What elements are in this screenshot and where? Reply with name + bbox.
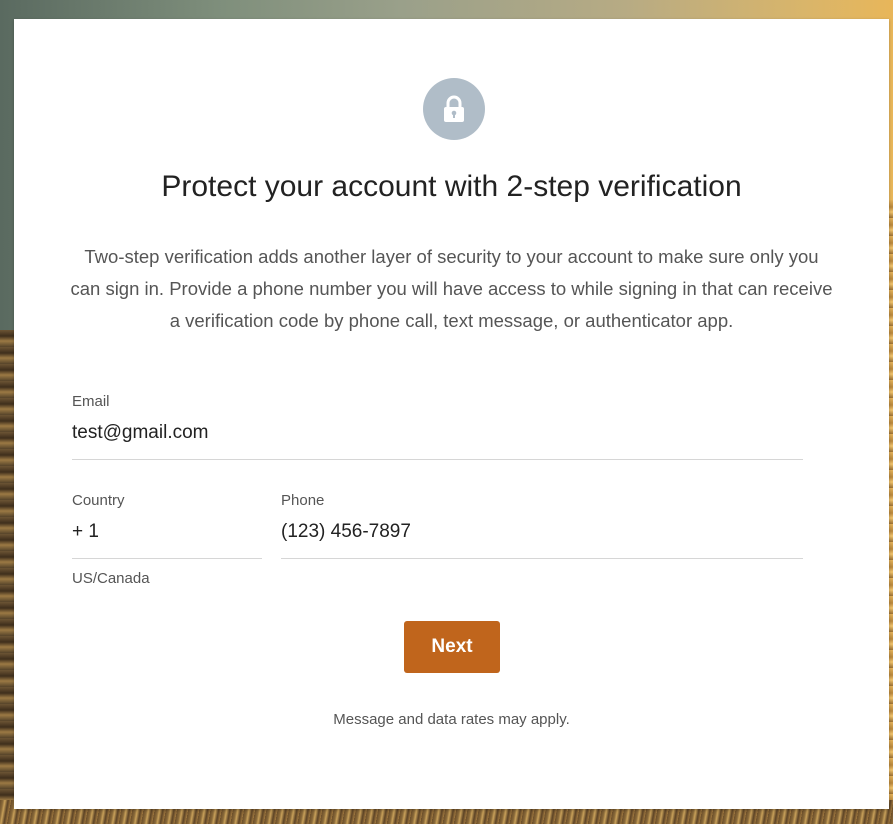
country-helper-text: US/Canada <box>72 570 150 587</box>
country-select[interactable]: + 1 <box>72 520 99 544</box>
background-left-edge <box>0 330 14 800</box>
email-label: Email <box>72 393 110 410</box>
phone-label: Phone <box>281 492 325 509</box>
phone-input[interactable]: (123) 456-7897 <box>281 520 411 544</box>
phone-underline <box>281 558 803 559</box>
rates-disclaimer: Message and data rates may apply. <box>333 711 570 728</box>
country-underline <box>72 558 262 559</box>
verification-card: Protect your account with 2-step verific… <box>14 19 889 809</box>
lock-icon <box>444 95 464 122</box>
email-input[interactable]: test@gmail.com <box>72 421 209 445</box>
lock-badge <box>423 78 485 140</box>
country-label: Country <box>72 492 125 509</box>
description-text: Two-step verification adds another layer… <box>70 246 833 331</box>
email-underline <box>72 459 803 460</box>
page-title: Protect your account with 2-step verific… <box>161 170 742 203</box>
next-button[interactable]: Next <box>404 621 500 673</box>
